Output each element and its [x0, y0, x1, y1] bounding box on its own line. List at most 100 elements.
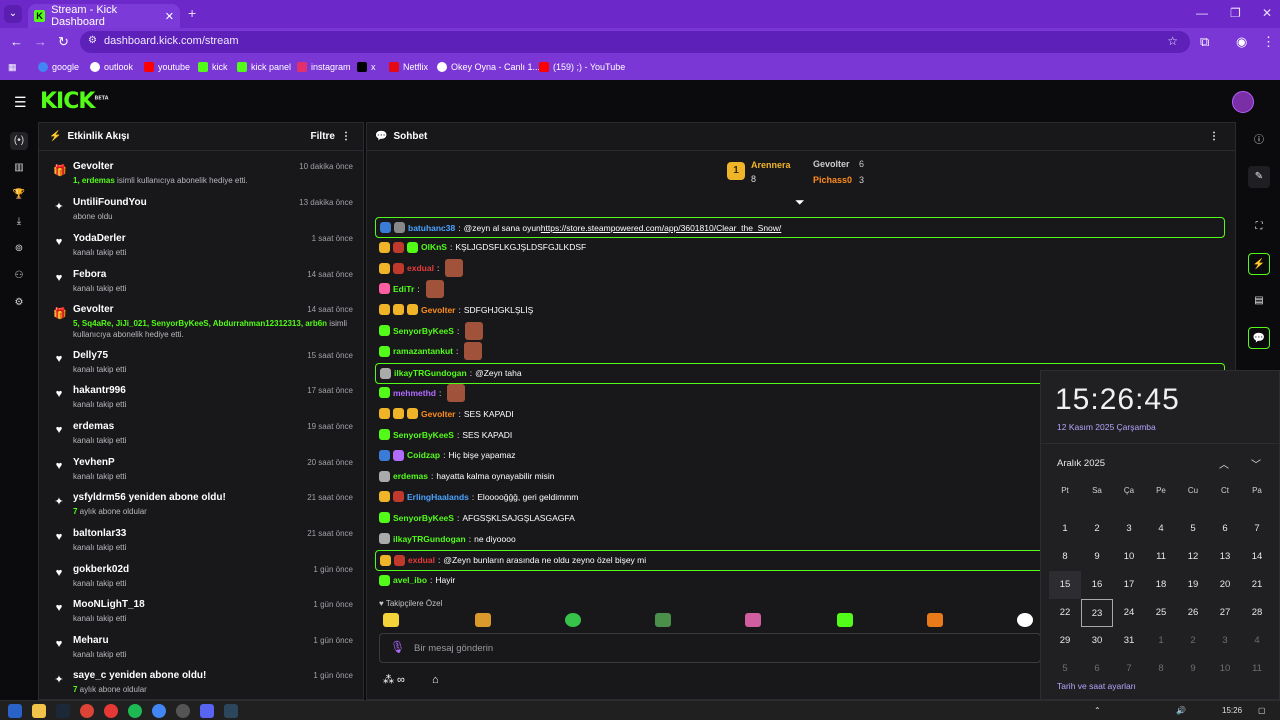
calendar-day[interactable]: 2 [1177, 627, 1209, 655]
reload-icon[interactable]: ↻ [58, 34, 69, 50]
calendar-day[interactable]: 6 [1209, 515, 1241, 543]
chat-username[interactable]: exdual [407, 263, 434, 273]
chat-username[interactable]: erdemas [393, 471, 428, 481]
calendar-day[interactable]: 29 [1049, 627, 1081, 655]
chat-message[interactable]: Gevolter: SDFGHJGKLŞLİŞ [379, 300, 533, 319]
calendar-day[interactable]: 18 [1145, 571, 1177, 599]
calendar-day[interactable]: 11 [1241, 655, 1273, 674]
chat-username[interactable]: batuhanc38 [408, 223, 455, 233]
calendar-day[interactable]: 19 [1177, 571, 1209, 599]
emote-1[interactable] [383, 613, 399, 627]
chat-username[interactable]: SenyorByKeeS [393, 513, 454, 523]
calendar-day[interactable]: 26 [1177, 599, 1209, 627]
chat-username[interactable]: Gevolter [421, 305, 456, 315]
chat-link[interactable]: https://store.steampowered.com/app/36018… [541, 223, 782, 233]
calendar-day[interactable]: 20 [1209, 571, 1241, 599]
event-user[interactable]: UntiliFoundYou [73, 197, 147, 208]
steam-active-icon[interactable] [224, 704, 238, 718]
event-user[interactable]: gokberk02d [73, 564, 129, 575]
bookmark-x[interactable]: x [357, 62, 376, 72]
edit-pencil-icon[interactable]: ✎ [1248, 166, 1270, 188]
start-icon[interactable] [8, 704, 22, 718]
download-icon[interactable]: ⤓ [10, 213, 28, 231]
back-icon[interactable]: ← [10, 34, 23, 49]
emote-7[interactable] [927, 613, 943, 627]
event-user[interactable]: YodaDerler [73, 233, 126, 244]
chat-username[interactable]: EdiTr [393, 284, 414, 294]
notification-icon[interactable]: ▢ [1258, 706, 1266, 715]
event-user[interactable]: Febora [73, 269, 106, 280]
calendar-day[interactable]: 8 [1049, 543, 1081, 571]
chat-username[interactable]: SenyorByKeeS [393, 430, 454, 440]
volume-icon[interactable]: 🔊 [1176, 706, 1186, 715]
chat-message[interactable]: mehmethd: [379, 383, 466, 402]
chat-message[interactable]: SenyorByKeeS: [379, 321, 484, 340]
calendar-day[interactable]: 4 [1241, 627, 1273, 655]
calendar-day[interactable]: 2 [1081, 515, 1113, 543]
restore-button[interactable]: ❐ [1230, 6, 1241, 20]
chat-more-icon[interactable]: ⋮ [1209, 131, 1219, 142]
bookmark-outlook[interactable]: outlook [90, 62, 133, 72]
calendar-day[interactable]: 8 [1145, 655, 1177, 674]
minimize-button[interactable]: — [1196, 6, 1208, 20]
calendar-day[interactable]: 16 [1081, 571, 1113, 599]
event-user[interactable]: Meharu [73, 635, 109, 646]
event-user[interactable]: MooNLighT_18 [73, 599, 145, 610]
calendar-day[interactable]: 14 [1241, 543, 1273, 571]
filter-button[interactable]: Filtre [311, 131, 335, 142]
calendar-day[interactable]: 4 [1145, 515, 1177, 543]
clock-date-link[interactable]: 12 Kasım 2025 Çarşamba [1057, 422, 1156, 432]
activity-more-icon[interactable]: ⋮ [341, 131, 351, 142]
bookmark-youtube[interactable]: youtube [144, 62, 190, 72]
chat-message[interactable]: OlKnS: KŞLJGDSFLKGJŞLDSFGJLKDSF [379, 238, 586, 257]
moderation-icon[interactable]: ⊚ [10, 240, 28, 258]
date-time-settings-link[interactable]: Tarih ve saat ayarları [1057, 681, 1136, 691]
event-user[interactable]: hakantr996 [73, 385, 126, 396]
calendar-day[interactable]: 10 [1113, 543, 1145, 571]
chat-message[interactable]: ErlingHaalands: Eloooоğğğ, geri geldimmm [379, 487, 578, 506]
calendar-day[interactable]: 3 [1113, 515, 1145, 543]
chat-message[interactable]: EdiTr: [379, 279, 444, 298]
calendar-day[interactable]: 3 [1209, 627, 1241, 655]
close-window-button[interactable]: ✕ [1262, 6, 1272, 20]
calendar-day[interactable]: 23 [1081, 599, 1113, 627]
spotify-icon[interactable] [128, 704, 142, 718]
address-bar[interactable]: ⚙ dashboard.kick.com/stream ☆ [80, 31, 1190, 53]
chat-message[interactable]: SenyorByKeeS: SES KAPADI [379, 425, 512, 444]
calendar-day[interactable]: 25 [1145, 599, 1177, 627]
calendar-day[interactable]: 22 [1049, 599, 1081, 627]
points-icon[interactable]: ⁂ ∞ [383, 674, 405, 686]
tab-close-icon[interactable]: ✕ [165, 10, 174, 23]
calendar-month[interactable]: Aralık 2025 [1057, 458, 1105, 469]
calendar-day[interactable]: 5 [1049, 655, 1081, 674]
event-user[interactable]: saye_c yeniden abone oldu! [73, 670, 206, 681]
bookmark-instagram[interactable]: instagram [297, 62, 351, 72]
chat-username[interactable]: Coidzap [407, 450, 440, 460]
calendar-day[interactable]: 24 [1113, 599, 1145, 627]
chevron-down-icon[interactable]: ﹀ [1251, 456, 1261, 471]
emote-6[interactable] [837, 613, 853, 627]
forward-icon[interactable]: → [34, 34, 47, 49]
calendar-day[interactable]: 6 [1081, 655, 1113, 674]
chat-message[interactable]: Coidzap: Hiç bişe yapamaz [379, 446, 516, 465]
analytics-icon[interactable]: ▥ [10, 159, 28, 177]
chat-username[interactable]: SenyorByKeeS [393, 326, 454, 336]
calendar-day[interactable]: 12 [1177, 543, 1209, 571]
browser-tab-active[interactable]: K Stream - Kick Dashboard ✕ [28, 4, 180, 28]
event-user[interactable]: Gevolter [73, 161, 114, 172]
tray-chevron-icon[interactable]: ⌃ [1094, 706, 1101, 715]
bookmark-netflix[interactable]: Netflix [389, 62, 428, 72]
profile-icon[interactable]: ◉ [1236, 34, 1247, 50]
emote-3[interactable] [565, 613, 581, 627]
calendar-day[interactable]: 9 [1081, 543, 1113, 571]
chat-message[interactable]: avel_ibo: Hayir [379, 571, 455, 590]
chat-message[interactable]: ramazantankut: [379, 342, 483, 361]
notes-icon[interactable]: ▤ [1248, 290, 1270, 312]
calendar-day[interactable]: 30 [1081, 627, 1113, 655]
chat-username[interactable]: Gevolter [421, 409, 456, 419]
app-icon-red[interactable] [104, 704, 118, 718]
calendar-day[interactable]: 7 [1113, 655, 1145, 674]
chevron-up-icon[interactable]: ︿ [1219, 456, 1229, 471]
calendar-day[interactable]: 21 [1241, 571, 1273, 599]
bookmark-star-icon[interactable]: ☆ [1167, 34, 1178, 48]
